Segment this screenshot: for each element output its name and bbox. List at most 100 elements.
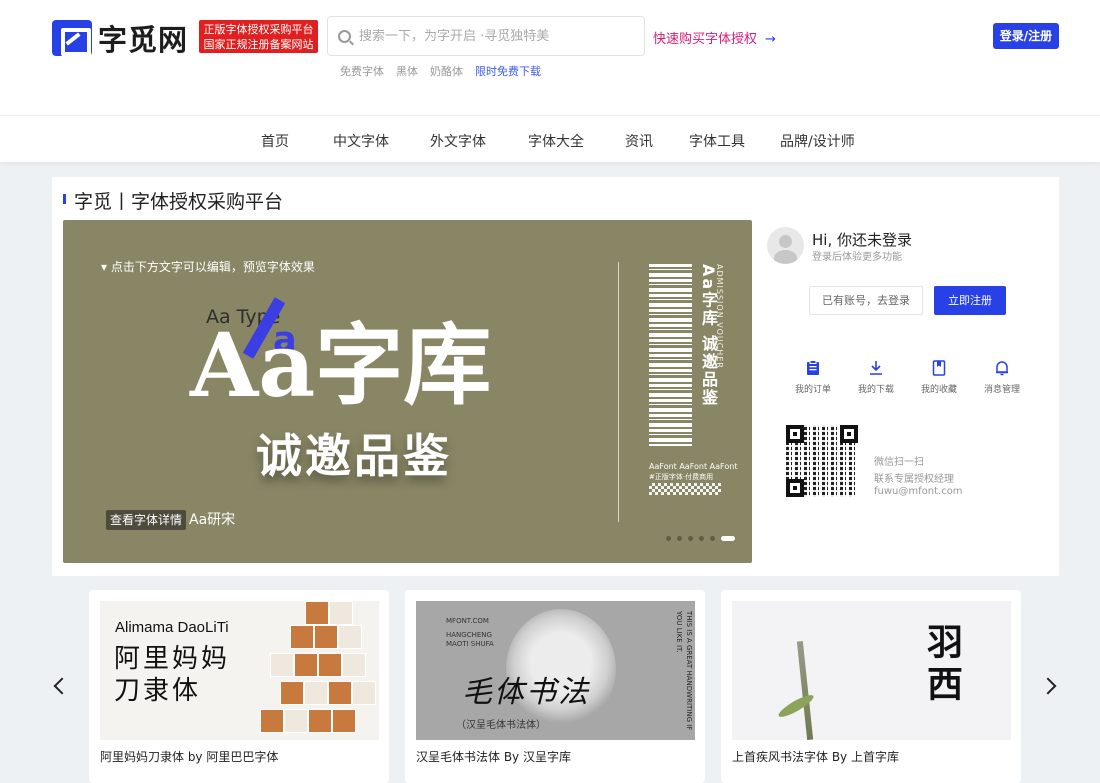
font-card-caption[interactable]: 上首疾风书法字体 By 上首字库 [732, 748, 899, 765]
card-font-title-en: Alimama DaoLiTi [115, 619, 229, 636]
buy-license-label: 快速购买字体授权 [653, 32, 758, 47]
carousel-dot[interactable] [666, 536, 671, 541]
block [260, 709, 284, 733]
nav-item-foreign-fonts[interactable]: 外文字体 [430, 131, 486, 151]
block [305, 601, 329, 625]
block [308, 709, 332, 733]
quick-link-label: 消息管理 [983, 385, 1020, 395]
carousel-dot[interactable] [677, 536, 682, 541]
block [338, 625, 362, 649]
card-small-text: HANGCHENG [446, 631, 492, 639]
block [329, 601, 353, 625]
block [328, 681, 352, 705]
qr-finder [786, 425, 804, 443]
search-input[interactable] [359, 28, 629, 44]
login-greeting: Hi, 你还未登录 [812, 231, 912, 249]
banner-preview-text[interactable]: Aa字库 [190, 315, 491, 415]
carousel-dot-active[interactable] [721, 536, 735, 541]
ticket-vertical-en: ADMISSION VOUCHER [715, 264, 724, 369]
chevron-left-icon[interactable] [53, 677, 71, 695]
font-card-image: Alimama DaoLiTi 阿里妈妈 刀隶体 [100, 601, 379, 740]
carousel-dots [666, 536, 735, 541]
site-header: 字觅网 正版字体授权采购平台 国家正规注册备案网站 快速购买字体授权 → 免费字体… [0, 0, 1100, 115]
quick-link-orders[interactable]: 我的订单 [789, 360, 837, 395]
quick-link-label: 我的订单 [794, 385, 831, 395]
site-logo[interactable]: 字觅网 [52, 17, 188, 59]
quick-link-messages[interactable]: 消息管理 [978, 360, 1026, 395]
card-font-title-cn: 毛体书法 [462, 675, 590, 710]
badge-line-2: 国家正规注册备案网站 [203, 38, 314, 51]
nav-item-brands-designers[interactable]: 品牌/设计师 [780, 131, 855, 151]
checker-pattern [649, 483, 721, 495]
clipboard-icon [805, 360, 821, 376]
nav-item-news[interactable]: 资讯 [625, 131, 653, 151]
qr-caption: 微信扫一扫 [874, 457, 924, 468]
block [270, 653, 294, 677]
quick-link-favorites[interactable]: 我的收藏 [915, 360, 963, 395]
ticket-small-text: #正版字体·付费商用 [649, 473, 714, 481]
search-box[interactable] [327, 16, 645, 56]
download-icon [868, 360, 884, 376]
register-button[interactable]: 立即注册 [934, 286, 1006, 315]
login-register-button[interactable]: 登录/注册 [993, 23, 1059, 49]
banner-font-name[interactable]: Aa研宋 [189, 509, 235, 529]
logo-icon [52, 20, 92, 56]
block [290, 625, 314, 649]
font-card[interactable]: 羽西 上首疾风书法字体 By 上首字库 [721, 590, 1021, 783]
certification-badge: 正版字体授权采购平台 国家正规注册备案网站 [199, 20, 318, 53]
nav-item-font-collection[interactable]: 字体大全 [528, 131, 584, 151]
quick-link-downloads[interactable]: 我的下载 [852, 360, 900, 395]
buy-license-link[interactable]: 快速购买字体授权 → [653, 28, 776, 47]
carousel-dot[interactable] [710, 536, 715, 541]
nav-item-font-tools[interactable]: 字体工具 [689, 131, 745, 151]
quick-link-label: 我的下载 [857, 385, 894, 395]
nav-item-home[interactable]: 首页 [261, 131, 289, 151]
arrow-right-icon: → [765, 32, 776, 47]
carousel-dot[interactable] [688, 536, 693, 541]
card-small-text: MAOTI SHUFA [446, 640, 494, 648]
login-greeting-sub: 登录后体验更多功能 [812, 252, 902, 263]
login-existing-button[interactable]: 已有账号，去登录 [809, 286, 923, 315]
font-card-caption[interactable]: 汉呈毛体书法体 By 汉呈字库 [416, 748, 571, 765]
banner-subtitle[interactable]: 诚邀品鉴 [256, 420, 452, 486]
view-font-details-button[interactable]: 查看字体详情 [106, 510, 187, 530]
block [294, 653, 318, 677]
bell-icon [994, 360, 1010, 376]
block [314, 625, 338, 649]
carousel-dot[interactable] [699, 536, 704, 541]
block [284, 709, 308, 733]
block [342, 653, 366, 677]
qr-finder [786, 479, 804, 497]
avatar[interactable] [767, 227, 804, 264]
quick-link-label: 我的收藏 [920, 385, 957, 395]
card-font-subtitle: （汉呈毛体书法体） [456, 720, 546, 731]
panel-title: 字觅丨字体授权采购平台 [74, 191, 284, 213]
hot-tag[interactable]: 免费字体 [340, 63, 384, 79]
font-card-caption[interactable]: 阿里妈妈刀隶体 by 阿里巴巴字体 [100, 748, 278, 765]
barcode-graphic [649, 264, 692, 446]
card-title-line: 刀隶体 [114, 676, 202, 706]
block-graphic [260, 601, 379, 740]
font-banner-carousel[interactable]: ▾ 点击下方文字可以编辑，预览字体效果 Aa Type a Aa字库 诚邀品鉴 … [63, 220, 752, 563]
block [280, 681, 304, 705]
free-download-tag[interactable]: 限时免费下载 [475, 63, 541, 79]
qr-finder [840, 425, 858, 443]
block [304, 681, 328, 705]
hot-search-tags: 免费字体 黑体 奶酪体 限时免费下载 [340, 63, 541, 79]
font-card[interactable]: Alimama DaoLiTi 阿里妈妈 刀隶体 阿里妈妈刀隶体 by 阿里巴巴… [89, 590, 389, 783]
main-nav: 首页 中文字体 外文字体 字体大全 资讯 字体工具 品牌/设计师 [0, 115, 1100, 162]
qr-caption: 联系专属授权经理 [874, 474, 954, 485]
plant-stem-graphic [796, 640, 814, 740]
badge-line-1: 正版字体授权采购平台 [203, 23, 314, 36]
chevron-right-icon[interactable] [1039, 677, 1057, 695]
ticket-divider [618, 262, 619, 522]
nav-item-chinese-fonts[interactable]: 中文字体 [333, 131, 389, 151]
hot-tag[interactable]: 奶酪体 [430, 63, 463, 79]
search-icon[interactable] [338, 29, 351, 43]
contact-email[interactable]: fuwu@mfont.com [874, 486, 963, 497]
font-card-image: 羽西 [732, 601, 1011, 740]
hot-tag[interactable]: 黑体 [396, 63, 418, 79]
card-title-line: 阿里妈妈 [114, 644, 231, 674]
card-font-title-cn: 阿里妈妈 刀隶体 [114, 643, 230, 707]
font-card[interactable]: MFONT.COM HANGCHENG MAOTI SHUFA 毛体书法 （汉呈… [405, 590, 705, 783]
